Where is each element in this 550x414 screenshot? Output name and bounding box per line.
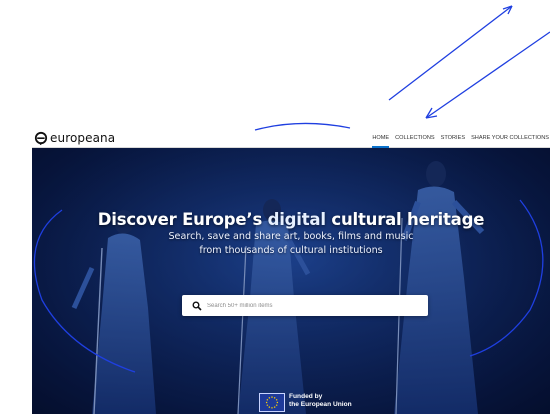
logo-text: europeana [50,130,116,145]
nav-stories[interactable]: STORIES [441,128,465,148]
eu-funding-badge: Funded by the European Union [259,393,352,412]
eu-flag-icon [259,393,285,412]
hero-banner: Discover Europe’s digital cultural herit… [32,148,550,414]
hero-title: Discover Europe’s digital cultural herit… [32,210,550,229]
eu-funding-line1: Funded by [289,393,323,400]
hero-background-image [32,148,550,414]
annotation-arrow-lower [425,31,550,119]
logo[interactable]: europeana [34,128,115,148]
top-navbar: europeana HOME COLLECTIONS STORIES SHARE… [32,128,550,148]
search-input[interactable] [207,296,417,315]
search-bar[interactable] [182,295,428,316]
hero-subtitle: Search, save and share art, books, films… [32,230,550,258]
hero-title-end: cultural heritage [325,210,485,229]
hero-subtitle-line2: from thousands of cultural institutions [199,245,383,256]
search-icon [192,301,202,311]
europeana-website: europeana HOME COLLECTIONS STORIES SHARE… [32,128,550,414]
nav-share-your-collections[interactable]: SHARE YOUR COLLECTIONS [471,128,549,148]
nav-collections[interactable]: COLLECTIONS [395,128,434,148]
eu-funding-line2: the European Union [289,401,352,408]
annotation-arrow-upper [388,5,513,101]
hero-subtitle-line1: Search, save and share art, books, films… [168,231,414,242]
nav-home[interactable]: HOME [372,128,389,148]
main-nav: HOME COLLECTIONS STORIES SHARE YOUR COLL… [366,128,549,148]
eu-funding-text: Funded by the European Union [289,393,352,409]
hero-title-highlight: digital [267,210,326,229]
hero-title-start: Discover Europe’s [97,210,268,229]
europeana-logo-icon [34,131,48,145]
screenshot-stage: europeana HOME COLLECTIONS STORIES SHARE… [0,0,550,414]
